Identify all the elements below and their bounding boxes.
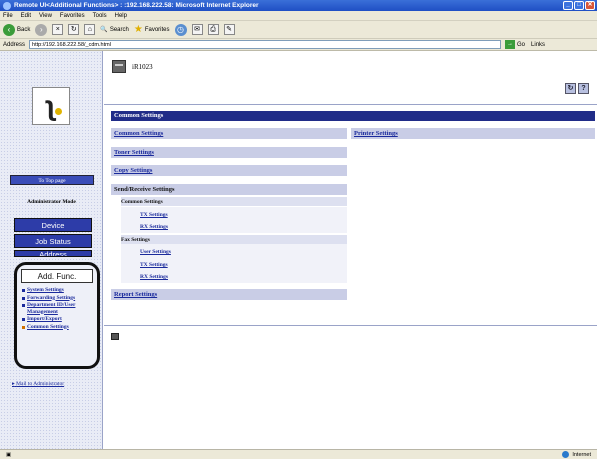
link-system-settings[interactable]: System Settings xyxy=(22,287,98,294)
menu-file[interactable]: File xyxy=(3,13,13,19)
address-label: Address xyxy=(3,41,26,48)
fax-tx-settings-link[interactable]: TX Settings xyxy=(140,262,168,268)
send-common-settings-heading: Common Settings xyxy=(121,199,163,205)
send-receive-heading: Send/Receive Settings xyxy=(111,184,347,195)
stop-icon[interactable]: × xyxy=(52,24,64,35)
mail-icon[interactable]: ✉ xyxy=(191,24,203,35)
window-title-bar: Remote UI<Additional Functions> : :192.1… xyxy=(0,0,597,11)
bullet-icon xyxy=(22,289,25,292)
search-label: Search xyxy=(109,26,129,33)
toner-settings-row: Toner Settings xyxy=(111,147,347,158)
add-func-button[interactable]: Add. Func. xyxy=(21,269,93,283)
bullet-icon xyxy=(22,325,25,329)
link-common-settings[interactable]: Common Settings xyxy=(22,324,98,331)
tx-settings-link[interactable]: TX Settings xyxy=(140,212,168,218)
canon-icon xyxy=(111,333,119,340)
device-name: iR1023 xyxy=(132,62,153,71)
printer-settings-link[interactable]: Printer Settings xyxy=(354,130,398,137)
refresh-icon[interactable]: ↻ xyxy=(68,24,80,35)
mail-to-admin-link[interactable]: ▸ Mail to Administrator xyxy=(12,381,64,388)
job-status-button[interactable]: Job Status xyxy=(14,234,92,248)
menu-tools[interactable]: Tools xyxy=(93,13,107,19)
favorites-button[interactable]: ★ Favorites xyxy=(134,24,170,35)
copy-settings-row: Copy Settings xyxy=(111,165,347,176)
window-title: Remote UI<Additional Functions> : :192.1… xyxy=(14,2,259,9)
back-label: Back xyxy=(17,26,31,33)
admin-mode-label: Administrator Mode xyxy=(27,199,76,205)
fax-rx-settings-link[interactable]: RX Settings xyxy=(140,274,168,280)
link-import-export[interactable]: Import/Export xyxy=(22,316,98,323)
device-button[interactable]: Device xyxy=(14,218,92,232)
bullet-icon xyxy=(22,304,25,307)
device-header: iR1023 xyxy=(112,60,153,73)
security-zone: Internet xyxy=(562,451,591,458)
page-icon: ▣ xyxy=(6,451,12,458)
report-settings-link[interactable]: Report Settings xyxy=(114,291,157,298)
forward-button[interactable]: › xyxy=(35,23,48,36)
menu-view[interactable]: View xyxy=(39,13,52,19)
edit-icon[interactable]: ✎ xyxy=(223,24,235,35)
fax-subheader-bar xyxy=(121,235,347,244)
bullet-icon xyxy=(22,318,25,321)
report-settings-row: Report Settings xyxy=(111,289,347,300)
search-button[interactable]: 🔍 Search xyxy=(100,26,129,34)
common-settings-link[interactable]: Common Settings xyxy=(114,130,163,137)
common-settings-row: Common Settings xyxy=(111,128,347,139)
history-icon[interactable]: ◷ xyxy=(174,23,187,36)
page-tools: ↻ ? xyxy=(565,83,589,94)
fax-settings-heading: Fax Settings xyxy=(121,237,150,243)
left-navigation: ʅ To Top page Administrator Mode Device … xyxy=(0,51,103,449)
ie-icon xyxy=(3,1,11,10)
divider xyxy=(104,104,597,105)
menu-bar: File Edit View Favorites Tools Help xyxy=(0,11,597,21)
menu-help[interactable]: Help xyxy=(115,13,127,19)
rx-settings-link[interactable]: RX Settings xyxy=(140,224,168,230)
top-page-button[interactable]: To Top page xyxy=(10,175,94,185)
back-button[interactable]: ‹ Back xyxy=(3,23,31,36)
help-icon[interactable]: ? xyxy=(578,83,589,94)
address-button[interactable]: Address xyxy=(14,250,92,257)
star-icon: ★ xyxy=(133,24,143,35)
triangle-icon: ▸ xyxy=(12,381,15,387)
printer-icon xyxy=(112,60,126,73)
toner-settings-link[interactable]: Toner Settings xyxy=(114,149,154,156)
menu-edit[interactable]: Edit xyxy=(21,13,31,19)
links-label[interactable]: Links xyxy=(531,42,545,48)
logo-dot-icon xyxy=(55,108,62,115)
link-forwarding-settings[interactable]: Forwarding Settings xyxy=(22,295,98,302)
favorites-label: Favorites xyxy=(144,26,170,33)
address-bar: Address http://192.168.222.58/_cdm.html … xyxy=(0,39,597,51)
link-department-id[interactable]: Department ID/User Management xyxy=(22,302,98,315)
add-func-panel: Add. Func. System Settings Forwarding Se… xyxy=(14,262,100,369)
main-content: iR1023 ↻ ? Common Settings Common Settin… xyxy=(104,51,597,449)
home-icon[interactable]: ⌂ xyxy=(84,24,96,35)
go-arrow-icon: → xyxy=(505,40,516,49)
page-title: Common Settings xyxy=(111,111,595,121)
globe-icon xyxy=(562,451,570,458)
status-bar: ▣ Internet xyxy=(0,449,597,459)
menu-favorites[interactable]: Favorites xyxy=(60,13,85,19)
refresh-page-icon[interactable]: ↻ xyxy=(565,83,576,94)
go-button[interactable]: → Go xyxy=(505,40,525,49)
add-func-links: System Settings Forwarding Settings Depa… xyxy=(22,287,98,331)
close-button[interactable]: ✕ xyxy=(585,1,595,10)
search-icon: 🔍 xyxy=(100,27,108,33)
go-label: Go xyxy=(517,41,526,48)
address-input[interactable]: http://192.168.222.58/_cdm.html xyxy=(29,40,502,49)
bullet-icon xyxy=(22,296,25,300)
user-settings-link[interactable]: User Settings xyxy=(140,249,171,255)
browser-toolbar: ‹ Back › × ↻ ⌂ 🔍 Search ★ Favorites ◷ ✉ … xyxy=(0,21,597,39)
back-arrow-icon: ‹ xyxy=(3,23,15,36)
printer-settings-row: Printer Settings xyxy=(351,128,595,139)
zone-label: Internet xyxy=(572,451,591,458)
minimize-button[interactable]: _ xyxy=(563,1,573,10)
maximize-button[interactable]: □ xyxy=(574,1,584,10)
remote-ui-logo: ʅ xyxy=(32,87,70,125)
print-icon[interactable]: ⎙ xyxy=(207,24,219,35)
footer-divider xyxy=(104,325,597,326)
copy-settings-link[interactable]: Copy Settings xyxy=(114,167,152,174)
